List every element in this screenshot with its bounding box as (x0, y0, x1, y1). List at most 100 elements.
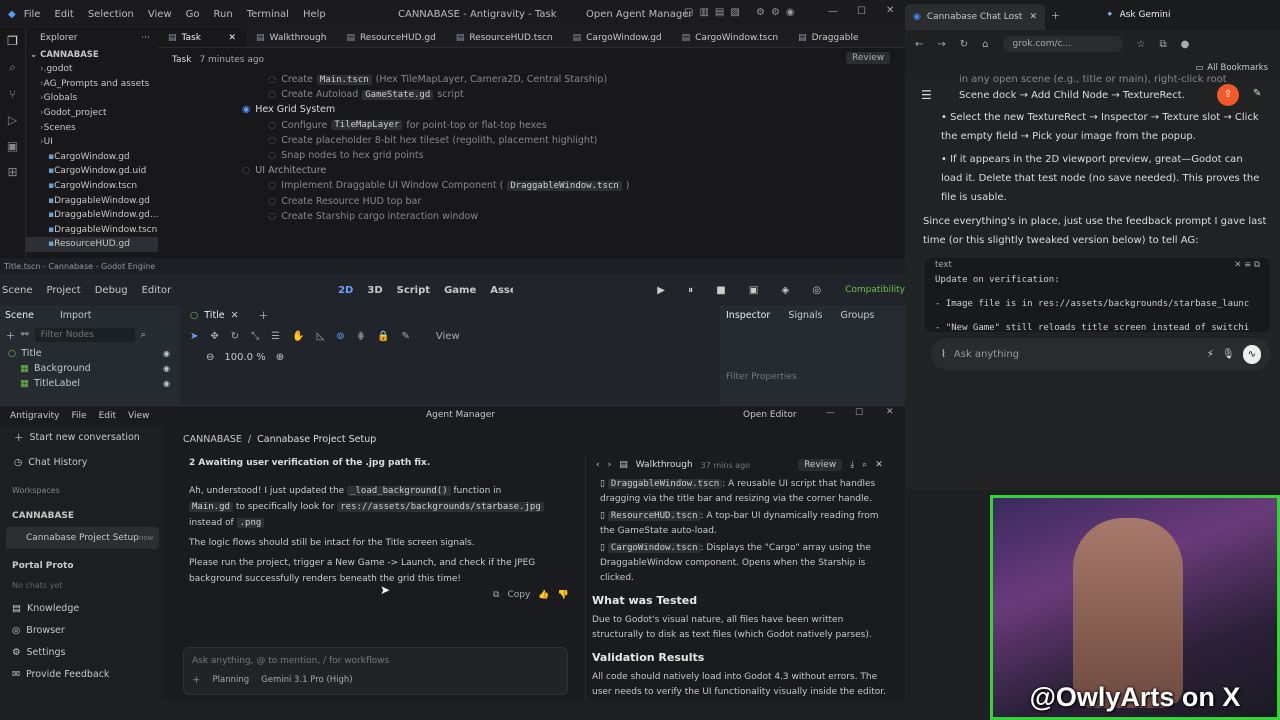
maximize-icon[interactable]: ☐ (855, 408, 863, 418)
godot-menu-item[interactable]: Editor (142, 285, 172, 296)
chat-history-link[interactable]: Chat History (28, 457, 87, 468)
forward-icon[interactable]: → (937, 39, 945, 50)
renderer-select[interactable]: Compatibility (845, 285, 905, 295)
run-debug-icon[interactable]: ▷ (8, 113, 17, 127)
editor-tab[interactable]: ▤ CargoWindow.gd (563, 28, 672, 47)
open-editor-button[interactable]: Open Editor (743, 410, 797, 420)
home-icon[interactable]: ⌂ (982, 39, 988, 50)
view-menu[interactable]: View (436, 331, 460, 342)
lock-icon[interactable]: 🔒 (377, 331, 389, 342)
link-icon[interactable]: ⚯ (21, 330, 29, 340)
portal-workspace[interactable]: Portal Proto (12, 561, 74, 571)
move-tool-icon[interactable]: ✥ (210, 331, 218, 342)
menu-item[interactable]: Help (303, 9, 326, 20)
agent-menu-item[interactable]: File (72, 411, 87, 421)
zoom-in-icon[interactable]: ⊕ (276, 352, 284, 363)
godot-mode-tab[interactable]: Game (444, 285, 476, 296)
grid-icon[interactable]: ⋕ (357, 331, 365, 342)
nav-back-icon[interactable]: ‹ (596, 460, 600, 470)
list-tool-icon[interactable]: ☰ (271, 331, 280, 342)
agent-menu-item[interactable]: Antigravity (10, 411, 60, 421)
play-controls[interactable]: ▶ ⏸ ■ ▣ ◈ ◎ (657, 285, 831, 296)
menu-item[interactable]: Edit (54, 9, 73, 20)
close-tab-icon[interactable]: ✕ (231, 310, 239, 321)
scene-node[interactable]: ○ Title ◉ (0, 346, 180, 361)
explorer-item[interactable]: ▪ DraggableWindow.tscn (26, 223, 158, 238)
more-icon[interactable]: ⋯ (141, 33, 150, 43)
browser-link[interactable]: Browser (26, 625, 65, 636)
scene-node[interactable]: ▦ TitleLabel ◉ (0, 376, 180, 391)
filter-nodes-input[interactable]: Filter Nodes (34, 328, 135, 342)
explorer-item[interactable]: › Scenes (26, 120, 158, 135)
ask-input[interactable]: Ask anything (954, 345, 1199, 364)
doc-tab-title[interactable]: Title (204, 310, 224, 321)
godot-menu-item[interactable]: Debug (95, 285, 128, 296)
mic-icon[interactable]: 🎙 (565, 675, 567, 685)
editor-tab[interactable]: ▤ CargoWindow.tscn (672, 28, 788, 47)
godot-mode-tab[interactable]: 3D (367, 285, 382, 296)
editor-tab[interactable]: ▤ ResourceHUD.gd (336, 28, 445, 47)
explorer-item[interactable]: › Globals (26, 91, 158, 106)
browser-tab-1[interactable]: Cannabase Chat Lost: Re (927, 12, 1024, 22)
rotate-tool-icon[interactable]: ↻ (231, 331, 239, 342)
profile-avatar[interactable]: ● (1181, 39, 1190, 50)
minimize-icon[interactable]: — (828, 6, 838, 17)
code-actions[interactable]: ✕ ≡ ⧉ (1234, 258, 1260, 272)
editor-tab[interactable]: ▤ Walkthrough (246, 28, 336, 47)
walkthrough-file[interactable]: DraggableWindow.tscn (607, 479, 723, 489)
bookmark-star-icon[interactable]: ☆ (1137, 39, 1146, 50)
new-conversation-button[interactable]: Start new conversation (30, 432, 140, 443)
minimize-icon[interactable]: — (826, 408, 835, 418)
visibility-icon[interactable]: ◉ (163, 349, 170, 358)
explorer-item[interactable]: › UI (26, 135, 158, 150)
menu-item[interactable]: Go (186, 9, 200, 20)
address-bar[interactable]: grok.com/c... (1002, 36, 1123, 52)
search-icon[interactable]: ⌕ (9, 60, 16, 75)
workspace-name[interactable]: CANNABASE (12, 511, 74, 521)
agent-menu-item[interactable]: Edit (99, 411, 116, 421)
extensions-icon[interactable]: ⊞ (7, 165, 17, 179)
settings-link[interactable]: Settings (27, 647, 66, 658)
reload-icon[interactable]: ↻ (960, 39, 968, 50)
voice-mode-icon[interactable]: ∿ (1242, 344, 1261, 364)
godot-mode-tab[interactable]: AssetLib (490, 285, 513, 296)
download-icon[interactable]: ⤓ (850, 460, 854, 470)
menu-icon[interactable]: ☰ (921, 86, 932, 105)
back-icon[interactable]: ← (915, 39, 923, 50)
bolt-icon[interactable]: ⚡ (1207, 345, 1214, 364)
editor-tab[interactable]: ▤ ResourceHUD.tscn (446, 28, 563, 47)
groups-tab[interactable]: Groups (840, 310, 874, 321)
thumbs-up-icon[interactable]: 👍 (538, 590, 549, 600)
planning-select[interactable]: Planning (213, 675, 250, 685)
snap-icon[interactable]: ⊚ (336, 331, 344, 342)
chat-input[interactable]: Ask anything, @ to mention, / for workfl… (184, 648, 567, 674)
godot-mode-tab[interactable]: Script (397, 285, 430, 296)
review-button[interactable]: Review (846, 52, 891, 64)
agent-menu-item[interactable]: View (128, 411, 149, 421)
search-icon[interactable]: ⌕ (141, 330, 146, 340)
select-tool-icon[interactable]: ➤ (190, 331, 198, 342)
thumbs-down-icon[interactable]: 👎 (558, 590, 569, 600)
ask-gemini-button[interactable]: Ask Gemini (1120, 10, 1171, 20)
project-conversation[interactable]: Cannabase Project Setup (26, 533, 139, 543)
explorer-item[interactable]: ▪ CargoWindow.gd (26, 150, 158, 165)
menu-item[interactable]: Run (214, 9, 233, 20)
signals-tab[interactable]: Signals (788, 310, 822, 321)
explorer-item[interactable]: ▪ CargoWindow.tscn (26, 179, 158, 194)
explorer-item[interactable]: ▪ DraggableWindow.gd.... (26, 208, 158, 223)
feedback-link[interactable]: Provide Feedback (26, 669, 109, 680)
menu-item[interactable]: File (24, 9, 41, 20)
edit-icon[interactable]: ✎ (1253, 84, 1261, 103)
explorer-item[interactable]: ▪ ResourceHUD.gd (26, 237, 158, 252)
scene-node[interactable]: ▦ Background ◉ (0, 361, 180, 376)
menu-item[interactable]: Selection (88, 9, 134, 20)
nav-forward-icon[interactable]: › (608, 460, 612, 470)
scene-tab[interactable]: Scene (5, 310, 34, 321)
editor-tab[interactable]: ▤ Draggable (788, 28, 868, 47)
editor-tab[interactable]: ▤ Task ✕ (158, 28, 246, 47)
inspector-tab[interactable]: Inspector (726, 310, 770, 321)
explorer-item[interactable]: ▪ CargoWindow.gd.uid (26, 164, 158, 179)
add-tab-icon[interactable]: ＋ (259, 308, 269, 322)
attach-icon[interactable]: ⌇ (941, 345, 946, 364)
knowledge-link[interactable]: Knowledge (27, 603, 79, 614)
